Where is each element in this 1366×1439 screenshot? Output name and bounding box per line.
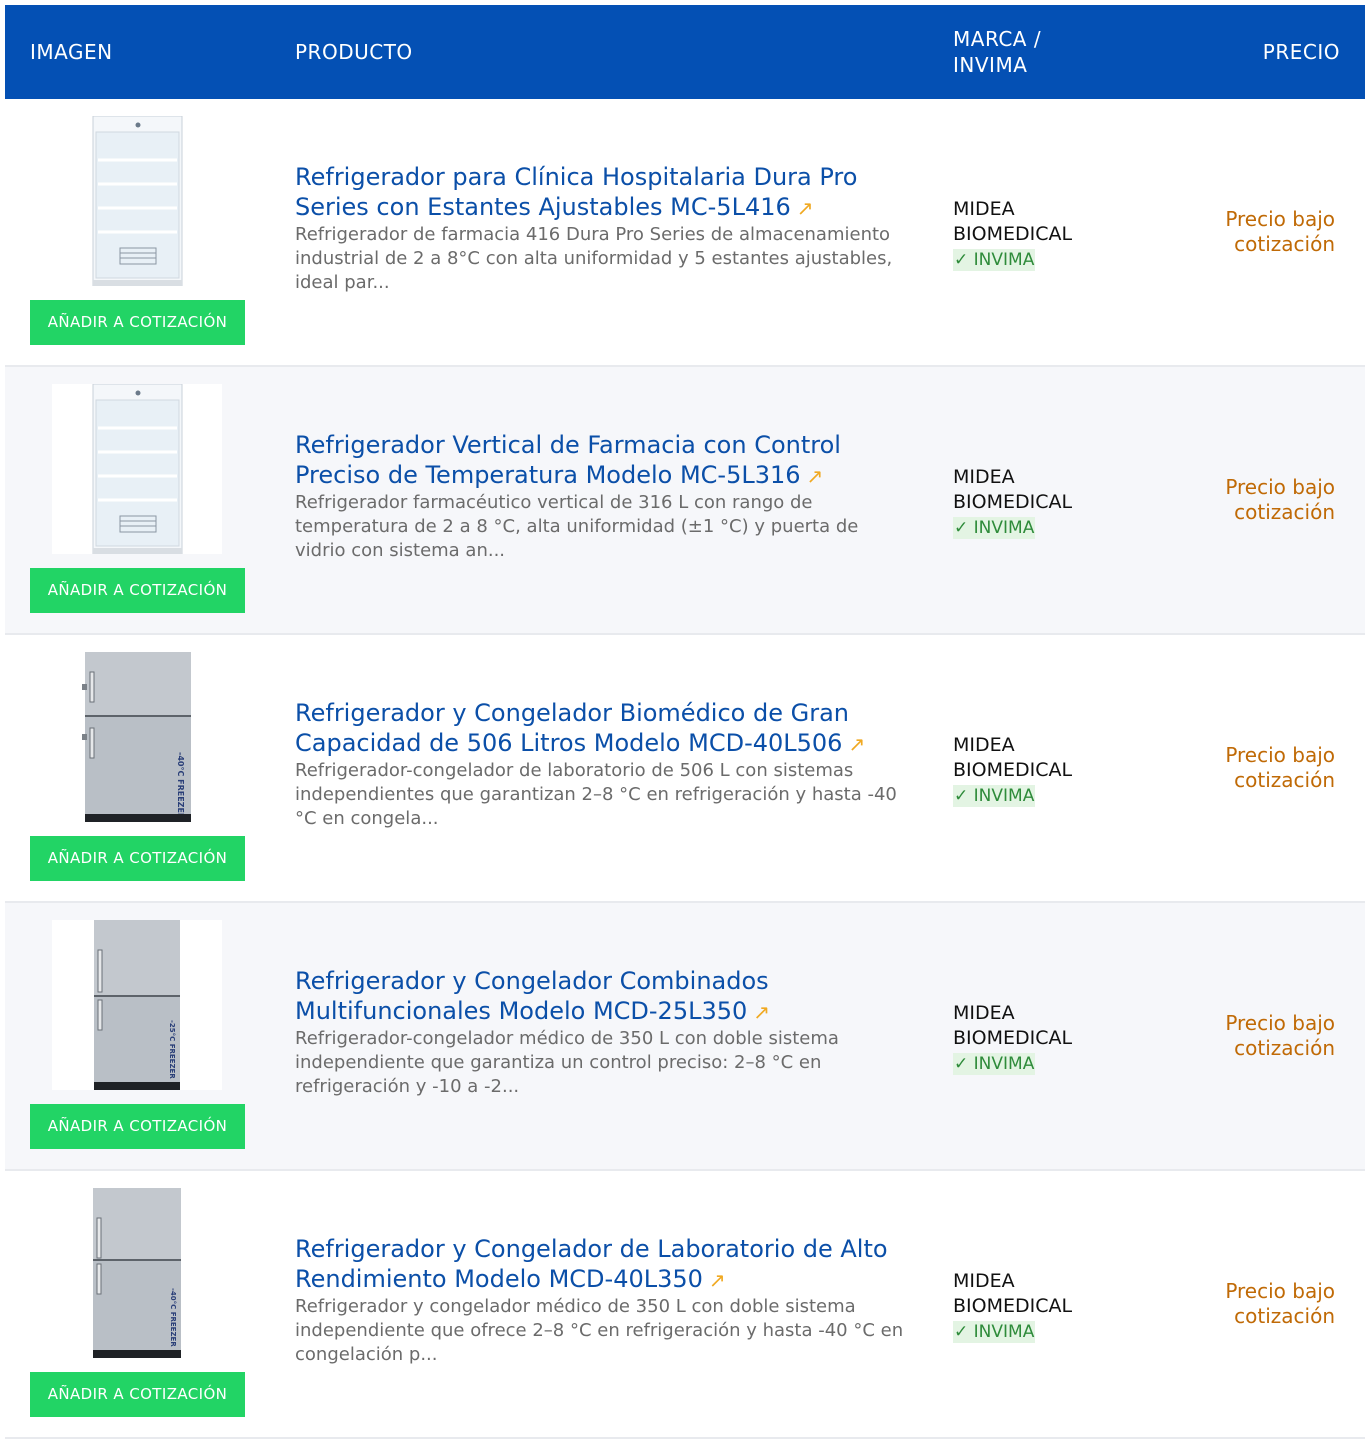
glass-door-refrigerator-icon (92, 116, 183, 286)
product-image[interactable]: -40°C FREEZER (52, 652, 222, 822)
invima-badge: ✓ INVIMA (953, 1053, 1036, 1075)
price-text: Precio bajo cotización (1225, 743, 1335, 792)
product-description: Refrigerador y congelador médico de 350 … (295, 1296, 904, 1365)
brand-cell: MIDEA BIOMEDICAL ✓ INVIMA (953, 1269, 1123, 1344)
invima-badge: ✓ INVIMA (953, 517, 1036, 539)
glass-door-refrigerator-icon (92, 384, 183, 554)
brand-name: MIDEA BIOMEDICAL (953, 198, 1073, 245)
product-info: Refrigerador y Congelador de Laboratorio… (295, 1234, 910, 1367)
freezer-label: -40°C FREEZER (176, 752, 185, 819)
invima-badge: ✓ INVIMA (953, 249, 1036, 271)
external-link-icon[interactable]: ↗ (753, 1000, 770, 1024)
table-row: AÑADIR A COTIZACIÓN Refrigerador para Cl… (5, 99, 1365, 367)
table-row: -40°C FREEZER AÑADIR A COTIZACIÓN Refrig… (5, 635, 1365, 903)
product-info: Refrigerador y Congelador Combinados Mul… (295, 966, 910, 1099)
brand-name: MIDEA BIOMEDICAL (953, 734, 1073, 781)
product-info: Refrigerador Vertical de Farmacia con Co… (295, 430, 910, 563)
product-title[interactable]: Refrigerador Vertical de Farmacia con Co… (295, 431, 841, 489)
product-title[interactable]: Refrigerador para Clínica Hospitalaria D… (295, 163, 857, 221)
freezer-label: -40°C FREEZER (169, 1288, 177, 1347)
product-table: IMAGEN PRODUCTO MARCA / INVIMA PRECIO AÑ… (5, 5, 1365, 1439)
header-image: IMAGEN (30, 40, 113, 64)
add-to-quote-button[interactable]: AÑADIR A COTIZACIÓN (30, 1104, 245, 1149)
product-description: Refrigerador-congelador de laboratorio d… (295, 760, 897, 829)
invima-badge: ✓ INVIMA (953, 1321, 1036, 1343)
table-row: -40°C FREEZER AÑADIR A COTIZACIÓN Refrig… (5, 1171, 1365, 1439)
brand-name: MIDEA BIOMEDICAL (953, 1270, 1073, 1317)
header-product: PRODUCTO (295, 40, 413, 64)
fridge-freezer-icon: -40°C FREEZER (93, 1188, 181, 1358)
price-text: Precio bajo cotización (1225, 1011, 1335, 1060)
table-row: -25°C FREEZER AÑADIR A COTIZACIÓN Refrig… (5, 903, 1365, 1171)
add-to-quote-button[interactable]: AÑADIR A COTIZACIÓN (30, 836, 245, 881)
product-image[interactable] (52, 116, 222, 286)
product-image[interactable] (52, 384, 222, 554)
product-title-link[interactable]: Refrigerador para Clínica Hospitalaria D… (295, 162, 910, 223)
price-text: Precio bajo cotización (1225, 475, 1335, 524)
product-title-link[interactable]: Refrigerador y Congelador Combinados Mul… (295, 966, 910, 1027)
add-to-quote-button[interactable]: AÑADIR A COTIZACIÓN (30, 300, 245, 345)
add-to-quote-button[interactable]: AÑADIR A COTIZACIÓN (30, 568, 245, 613)
product-title-link[interactable]: Refrigerador y Congelador de Laboratorio… (295, 1234, 910, 1295)
brand-cell: MIDEA BIOMEDICAL ✓ INVIMA (953, 197, 1123, 272)
invima-badge: ✓ INVIMA (953, 785, 1036, 807)
external-link-icon[interactable]: ↗ (797, 196, 814, 220)
product-title-link[interactable]: Refrigerador y Congelador Biomédico de G… (295, 698, 910, 759)
product-image[interactable]: -40°C FREEZER (52, 1188, 222, 1358)
brand-name: MIDEA BIOMEDICAL (953, 1002, 1073, 1049)
brand-name: MIDEA BIOMEDICAL (953, 466, 1073, 513)
external-link-icon[interactable]: ↗ (848, 732, 865, 756)
product-title[interactable]: Refrigerador y Congelador Biomédico de G… (295, 699, 849, 757)
header-price: PRECIO (1262, 40, 1340, 64)
header-brand: MARCA / INVIMA (953, 27, 1042, 77)
brand-cell: MIDEA BIOMEDICAL ✓ INVIMA (953, 465, 1123, 540)
add-to-quote-button[interactable]: AÑADIR A COTIZACIÓN (30, 1372, 245, 1417)
product-image[interactable]: -25°C FREEZER (52, 920, 222, 1090)
freezer-label: -25°C FREEZER (168, 1020, 176, 1079)
product-description: Refrigerador-congelador médico de 350 L … (295, 1028, 839, 1097)
fridge-freezer-icon: -25°C FREEZER (94, 920, 180, 1090)
product-description: Refrigerador farmacéutico vertical de 31… (295, 492, 859, 561)
product-title[interactable]: Refrigerador y Congelador Combinados Mul… (295, 967, 769, 1025)
table-header: IMAGEN PRODUCTO MARCA / INVIMA PRECIO (5, 5, 1365, 99)
table-row: AÑADIR A COTIZACIÓN Refrigerador Vertica… (5, 367, 1365, 635)
product-info: Refrigerador para Clínica Hospitalaria D… (295, 162, 910, 295)
product-title[interactable]: Refrigerador y Congelador de Laboratorio… (295, 1235, 888, 1293)
product-info: Refrigerador y Congelador Biomédico de G… (295, 698, 910, 831)
external-link-icon[interactable]: ↗ (709, 1268, 726, 1292)
product-title-link[interactable]: Refrigerador Vertical de Farmacia con Co… (295, 430, 910, 491)
brand-cell: MIDEA BIOMEDICAL ✓ INVIMA (953, 733, 1123, 808)
price-text: Precio bajo cotización (1225, 207, 1335, 256)
fridge-freezer-icon: -40°C FREEZER (82, 652, 191, 822)
price-text: Precio bajo cotización (1225, 1279, 1335, 1328)
external-link-icon[interactable]: ↗ (807, 464, 824, 488)
product-description: Refrigerador de farmacia 416 Dura Pro Se… (295, 224, 893, 293)
brand-cell: MIDEA BIOMEDICAL ✓ INVIMA (953, 1001, 1123, 1076)
